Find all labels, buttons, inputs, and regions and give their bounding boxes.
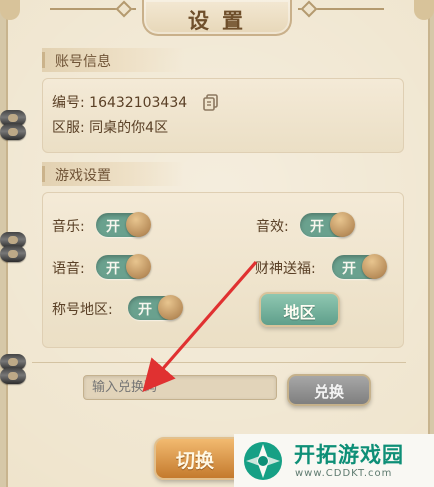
watermark-sub-text: www.CDDKT.com bbox=[295, 468, 393, 479]
watermark-banner: 开拓游戏园 www.CDDKT.com bbox=[234, 434, 434, 487]
settings-screen: 设置 账号信息 编号: 16432103434 区服: 同桌的你4区 游戏设置 … bbox=[0, 0, 434, 487]
watermark-logo-icon bbox=[244, 442, 282, 480]
watermark-main-text: 开拓游戏园 bbox=[294, 443, 404, 467]
arrow-annotation-icon bbox=[142, 260, 258, 393]
